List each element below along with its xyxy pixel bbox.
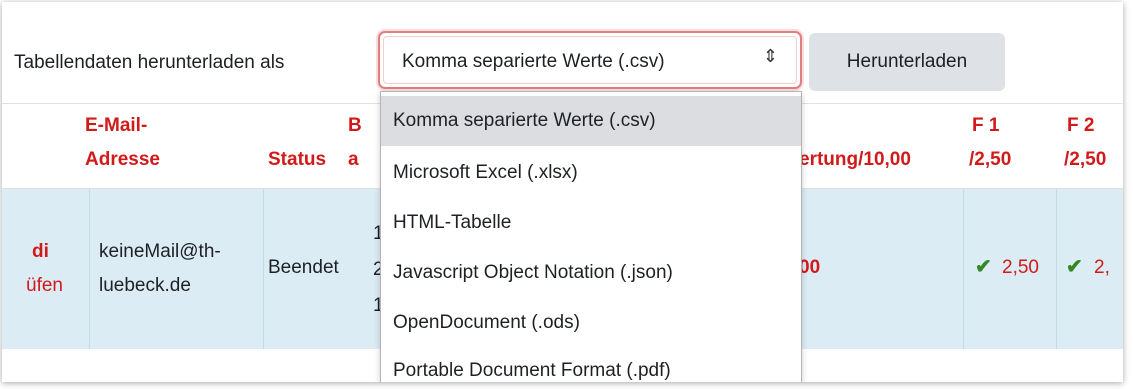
- header-email-line1[interactable]: E-Mail-: [85, 108, 147, 143]
- dropdown-option-csv[interactable]: Komma separierte Werte (.csv): [381, 96, 801, 146]
- dropdown-option-xlsx[interactable]: Microsoft Excel (.xlsx): [381, 148, 801, 198]
- header-f2-line2[interactable]: /2,50: [1064, 142, 1106, 177]
- row-f2-value[interactable]: 2,: [1094, 250, 1110, 285]
- header-status[interactable]: Status: [268, 142, 326, 177]
- row-email-line1: keineMail@th-: [99, 241, 221, 262]
- header-col4-fragment2[interactable]: a: [348, 142, 359, 177]
- row-status: Beendet: [268, 257, 339, 278]
- dropdown-option-pdf[interactable]: Portable Document Format (.pdf): [381, 346, 801, 382]
- header-f1-line2[interactable]: /2,50: [969, 142, 1011, 177]
- row-grade-fragment[interactable]: 00: [799, 250, 820, 285]
- header-email-line2[interactable]: Adresse: [85, 142, 160, 177]
- row-name-fragment[interactable]: di: [32, 234, 49, 269]
- header-grade[interactable]: ertung/10,00: [799, 142, 911, 177]
- select-current-value: Komma separierte Werte (.csv): [402, 51, 665, 72]
- dropdown-option-ods[interactable]: OpenDocument (.ods): [381, 298, 801, 348]
- header-f1-line1[interactable]: F 1: [972, 108, 999, 143]
- row-review-link-fragment[interactable]: üfen: [26, 268, 63, 303]
- download-format-dropdown: Komma separierte Werte (.csv) Microsoft …: [380, 91, 802, 382]
- download-format-select[interactable]: Komma separierte Werte (.csv) ⇕: [378, 31, 802, 89]
- dropdown-option-html[interactable]: HTML-Tabelle: [381, 198, 801, 248]
- download-format-label: Tabellendaten herunterladen als: [14, 52, 285, 73]
- column-divider: [1056, 189, 1057, 349]
- check-icon: ✔: [975, 256, 992, 278]
- dropdown-option-json[interactable]: Javascript Object Notation (.json): [381, 248, 801, 298]
- column-divider: [89, 189, 90, 349]
- check-icon: ✔: [1066, 256, 1083, 278]
- column-divider: [263, 189, 264, 349]
- column-divider: [963, 189, 964, 349]
- row-f1-value[interactable]: 2,50: [1002, 250, 1039, 285]
- report-panel: Tabellendaten herunterladen als Komma se…: [2, 2, 1123, 382]
- download-button[interactable]: Herunterladen: [809, 33, 1005, 91]
- row-email-line2: luebeck.de: [99, 275, 191, 296]
- header-f2-line1[interactable]: F 2: [1067, 108, 1094, 143]
- header-col4-fragment[interactable]: B: [348, 108, 362, 143]
- select-updown-icon: ⇕: [762, 46, 778, 66]
